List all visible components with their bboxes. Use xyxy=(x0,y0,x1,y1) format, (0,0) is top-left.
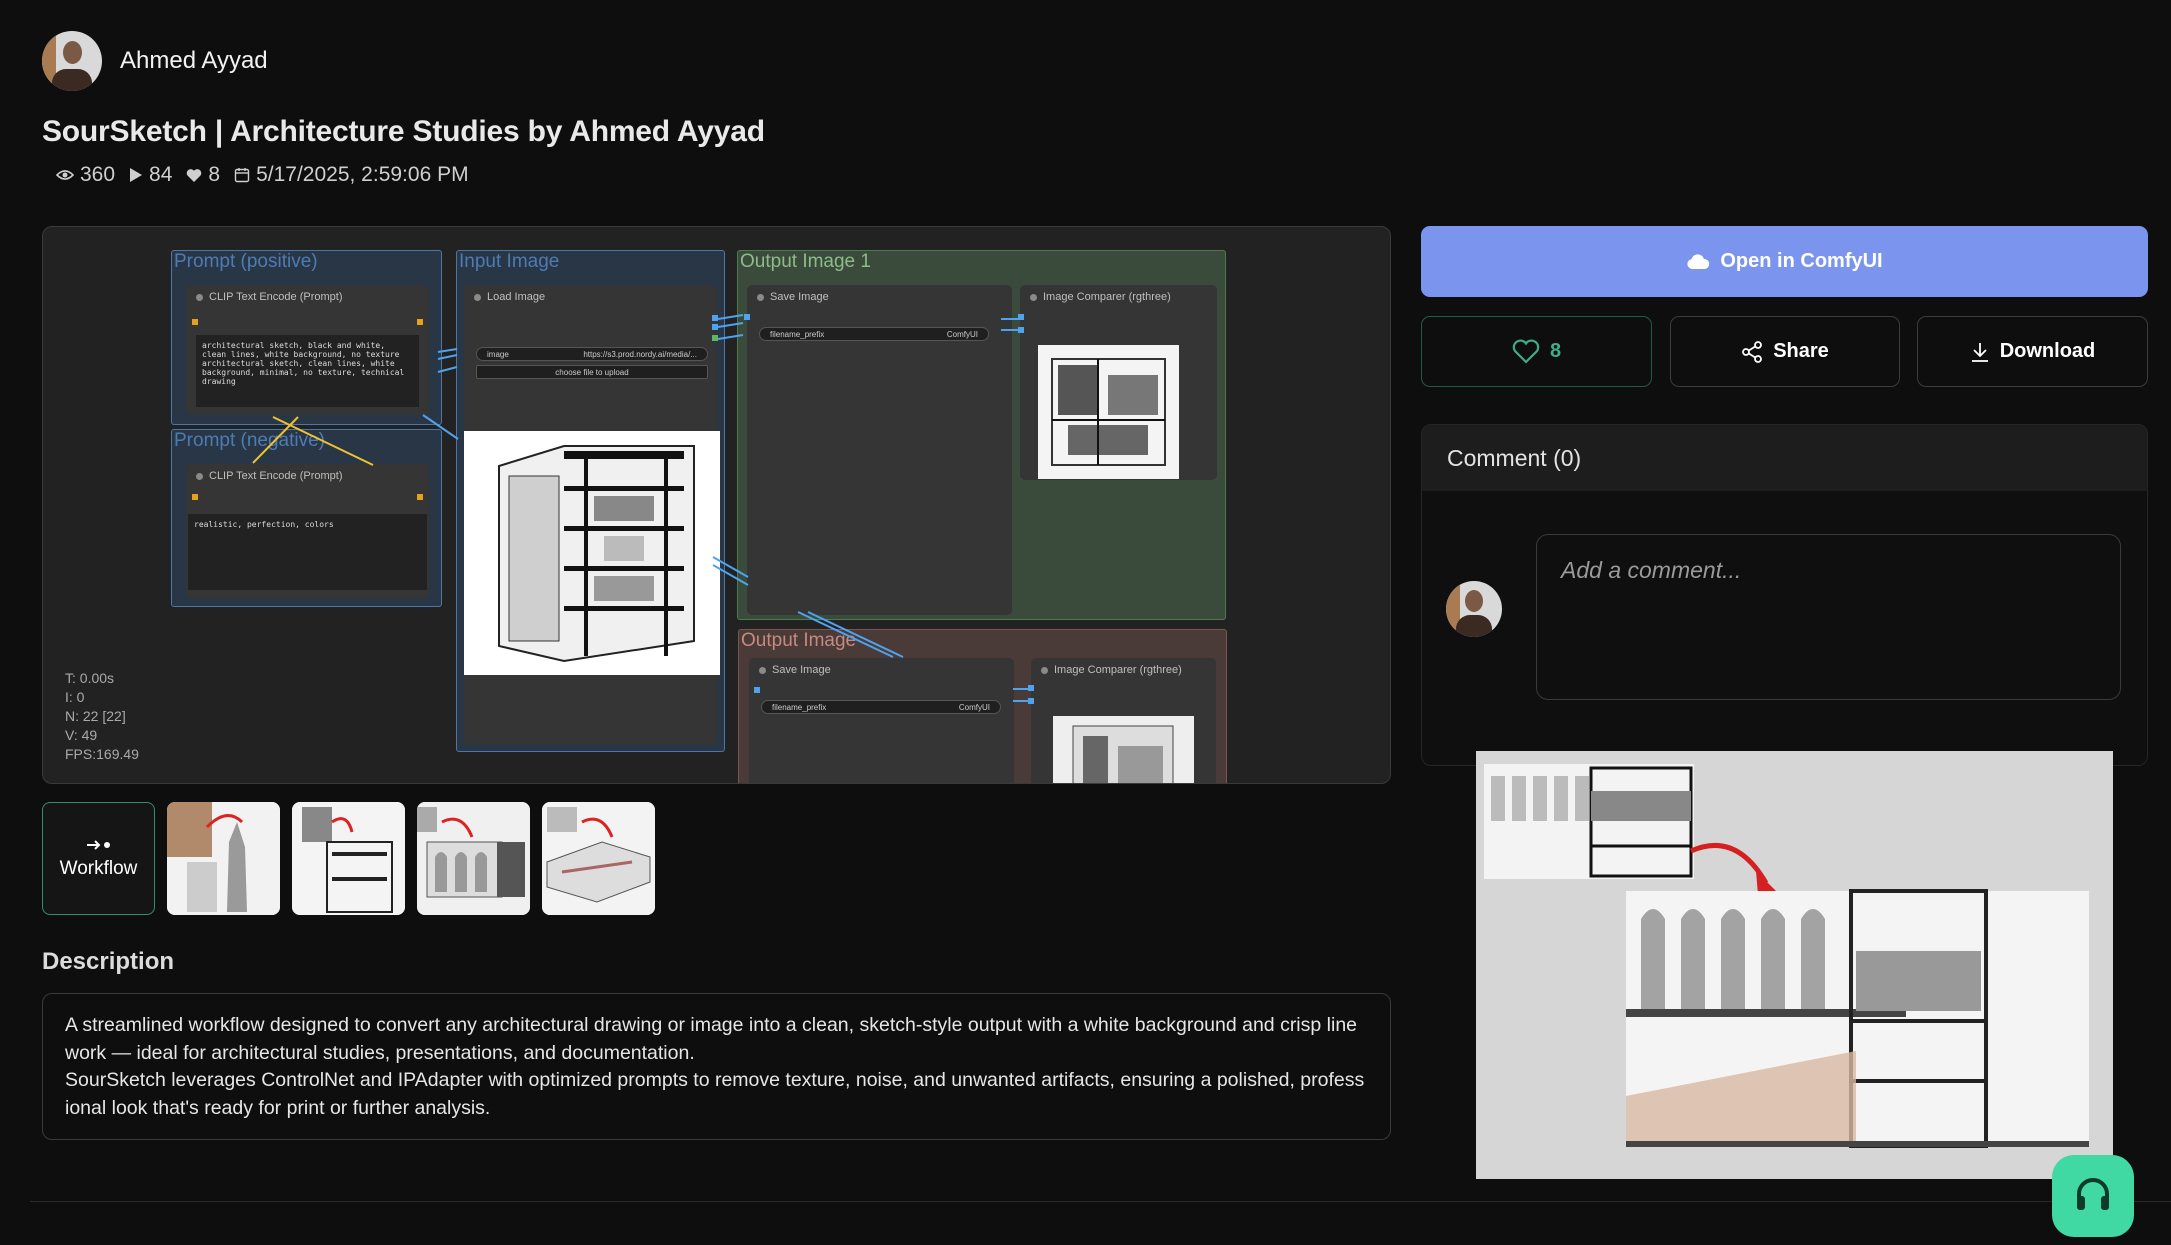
author-header[interactable]: Ahmed Ayyad xyxy=(42,31,268,91)
download-button[interactable]: Download xyxy=(1917,316,2148,387)
workflow-thumbnail-label: Workflow xyxy=(59,857,138,879)
stats-bar: 360 84 8 5/17/2025, 2:59:06 PM xyxy=(56,163,469,187)
gallery-thumbnail-1[interactable] xyxy=(167,802,280,915)
description-heading: Description xyxy=(42,948,175,975)
comments-heading: Comment (0) xyxy=(1422,425,2147,491)
comments-panel: Comment (0) Add a comment... xyxy=(1421,424,2148,766)
workflow-preview[interactable]: Prompt (positive) CLIP Text Encode (Prom… xyxy=(42,226,1391,784)
share-button[interactable]: Share xyxy=(1670,316,1900,387)
likes-count: 8 xyxy=(208,163,221,186)
node-links xyxy=(252,314,1034,704)
description-paragraph-2: SourSketch leverages ControlNet and IPAd… xyxy=(65,1069,1365,1119)
date-stat: 5/17/2025, 2:59:06 PM xyxy=(234,163,469,187)
canvas-debug-info: T: 0.00s I: 0 N: 22 [22] V: 49 FPS:169.4… xyxy=(65,670,139,762)
gallery-thumbnail-4[interactable] xyxy=(542,802,655,915)
hover-preview-image xyxy=(1476,751,2113,1179)
current-user-avatar xyxy=(1446,581,1502,637)
cloud-icon xyxy=(1687,253,1710,269)
gallery-thumbnail-2[interactable] xyxy=(292,802,405,915)
description-paragraph-1: A streamlined workflow designed to conve… xyxy=(65,1014,1358,1064)
description-box: A streamlined workflow designed to conve… xyxy=(42,993,1391,1140)
like-button[interactable]: 8 xyxy=(1421,316,1652,387)
runs-count: 84 xyxy=(149,163,173,186)
publish-date: 5/17/2025, 2:59:06 PM xyxy=(256,163,469,186)
play-icon xyxy=(130,168,143,182)
support-chat-button[interactable] xyxy=(2052,1155,2134,1237)
page-title: SourSketch | Architecture Studies by Ahm… xyxy=(42,115,765,148)
runs-stat: 84 xyxy=(129,163,172,187)
heart-icon xyxy=(187,168,202,182)
gallery-thumbnails: Workflow xyxy=(42,802,655,915)
calendar-icon xyxy=(234,168,250,183)
gallery-thumbnail-3[interactable] xyxy=(417,802,530,915)
page-divider xyxy=(30,1201,2171,1202)
author-name[interactable]: Ahmed Ayyad xyxy=(120,47,268,75)
share-icon xyxy=(1742,340,1763,363)
like-count: 8 xyxy=(1549,340,1562,362)
views-count: 360 xyxy=(80,163,116,186)
heart-outline-icon xyxy=(1512,339,1540,364)
likes-stat: 8 xyxy=(186,163,220,187)
workflow-thumbnail[interactable]: Workflow xyxy=(42,802,155,915)
headset-icon xyxy=(2077,1178,2109,1210)
download-icon xyxy=(1971,342,1988,362)
views-stat: 360 xyxy=(56,163,115,187)
workflow-icon xyxy=(86,839,110,850)
comment-input[interactable]: Add a comment... xyxy=(1536,534,2121,700)
open-in-comfyui-button[interactable]: Open in ComfyUI xyxy=(1421,226,2148,297)
eye-icon xyxy=(56,170,74,180)
author-avatar[interactable] xyxy=(42,31,102,91)
